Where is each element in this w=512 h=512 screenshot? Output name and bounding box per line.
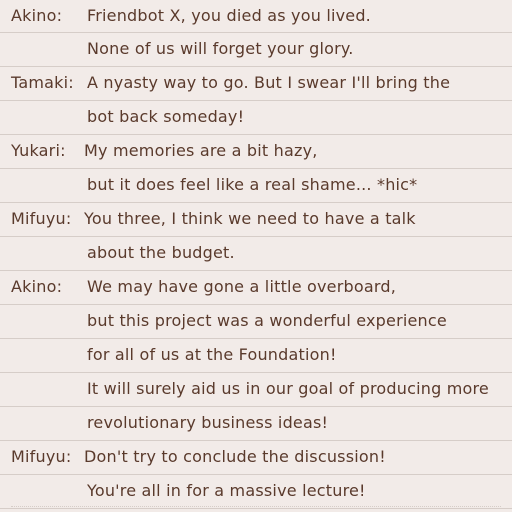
log-line: but it does feel like a real shame... *h… <box>0 169 512 203</box>
log-line: for all of us at the Foundation! <box>0 339 512 373</box>
dialogue-log[interactable]: Akino: Friendbot X, you died as you live… <box>0 0 512 512</box>
dialogue-text: but this project was a wonderful experie… <box>87 311 447 330</box>
dialogue-text: Friendbot X, you died as you lived. <box>87 6 371 25</box>
speaker-name: Yukari: <box>11 141 66 160</box>
bottom-divider <box>11 506 501 512</box>
dialogue-text: My memories are a bit hazy, <box>84 141 318 160</box>
log-line: about the budget. <box>0 237 512 271</box>
dialogue-text: We may have gone a little overboard, <box>87 277 396 296</box>
dialogue-text: Don't try to conclude the discussion! <box>84 447 386 466</box>
speaker-name: Akino: <box>11 277 63 296</box>
speaker-name: Tamaki: <box>11 73 74 92</box>
speaker-name: Akino: <box>11 6 63 25</box>
log-line: You're all in for a massive lecture! <box>0 475 512 509</box>
log-line: Mifuyu: Don't try to conclude the discus… <box>0 441 512 475</box>
log-line: Mifuyu: You three, I think we need to ha… <box>0 203 512 237</box>
log-line: revolutionary business ideas! <box>0 407 512 441</box>
dialogue-text: but it does feel like a real shame... *h… <box>87 175 418 194</box>
dialogue-text: for all of us at the Foundation! <box>87 345 337 364</box>
dialogue-text: You're all in for a massive lecture! <box>87 481 366 500</box>
dialogue-text: It will surely aid us in our goal of pro… <box>87 379 489 398</box>
speaker-name: Mifuyu: <box>11 447 72 466</box>
dialogue-text: A nyasty way to go. But I swear I'll bri… <box>87 73 451 92</box>
speaker-name: Mifuyu: <box>11 209 72 228</box>
log-line: Akino: Friendbot X, you died as you live… <box>0 0 512 33</box>
log-line: bot back someday! <box>0 101 512 135</box>
log-line: Akino: We may have gone a little overboa… <box>0 271 512 305</box>
log-line: It will surely aid us in our goal of pro… <box>0 373 512 407</box>
dialogue-text: bot back someday! <box>87 107 245 126</box>
dialogue-text: None of us will forget your glory. <box>87 39 354 58</box>
dialogue-text: revolutionary business ideas! <box>87 413 329 432</box>
log-line: None of us will forget your glory. <box>0 33 512 67</box>
log-line: but this project was a wonderful experie… <box>0 305 512 339</box>
dialogue-text: about the budget. <box>87 243 235 262</box>
dialogue-text: You three, I think we need to have a tal… <box>84 209 416 228</box>
log-line: Tamaki: A nyasty way to go. But I swear … <box>0 67 512 101</box>
log-line: Yukari: My memories are a bit hazy, <box>0 135 512 169</box>
